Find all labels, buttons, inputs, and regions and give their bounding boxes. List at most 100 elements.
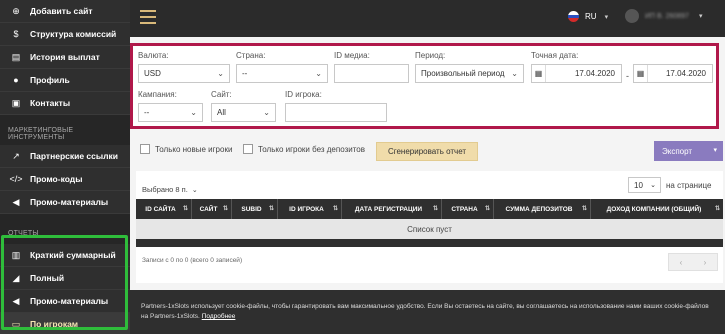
external-link-icon: ↗ (12, 150, 20, 161)
column-header-country[interactable]: СТРАНА ⇅ (442, 199, 494, 219)
column-header-site-id[interactable]: ID САЙТА ⇅ (136, 199, 192, 219)
sidebar-item-promo-materials[interactable]: ◀ Промо-материалы (0, 191, 130, 214)
sort-icon: ⇅ (222, 206, 228, 212)
sidebar-item-label: Партнерские ссылки (30, 151, 119, 161)
chevron-down-icon: ⌄ (217, 69, 224, 78)
sidebar-item-short-summary[interactable]: ▥ Краткий суммарный (0, 244, 130, 267)
sort-icon: ⇅ (714, 206, 720, 212)
sidebar-item-label: Структура комиссий (30, 29, 117, 39)
sidebar-item-by-players[interactable]: ▭ По игрокам (0, 313, 130, 334)
column-header-subid[interactable]: SUBID ⇅ (232, 199, 278, 219)
per-page-select[interactable]: 10 ⌄ (628, 177, 661, 193)
column-header-deposit-sum[interactable]: СУММА ДЕПОЗИТОВ ⇅ (494, 199, 591, 219)
sidebar-item-label: Промо-коды (30, 174, 83, 184)
calendar-icon: ▦ (532, 65, 546, 82)
generate-report-button[interactable]: Сгенерировать отчет (376, 142, 478, 161)
sidebar-item-add-site[interactable]: ⊕ Добавить сайт (0, 0, 130, 23)
chevron-down-icon: ⌄ (650, 182, 656, 189)
currency-label: Валюта: (138, 51, 169, 60)
only-no-deposits-option[interactable]: Только игроки без депозитов (243, 144, 365, 154)
sidebar-item-label: Промо-материалы (30, 197, 109, 207)
russian-flag-icon (568, 11, 579, 22)
sidebar-item-label: Профиль (30, 75, 70, 85)
area-chart-icon: ◢ (12, 272, 20, 283)
next-page-button[interactable]: › (693, 254, 717, 270)
sidebar-item-full[interactable]: ◢ Полный (0, 267, 130, 290)
only-new-players-checkbox[interactable] (140, 144, 150, 154)
date-to-value: 17.04.2020 (665, 69, 706, 78)
megaphone-icon: ◀ (12, 196, 20, 207)
only-no-deposits-label: Только игроки без депозитов (258, 144, 365, 154)
site-value: All (217, 108, 226, 117)
date-from-value: 17.04.2020 (574, 69, 615, 78)
sidebar-section-reports: ОТЧЕТЫ (0, 222, 130, 244)
currency-select[interactable]: USD ⌄ (138, 64, 230, 83)
sort-icon: ⇅ (581, 206, 587, 212)
language-selector[interactable]: RU ▾ (568, 11, 608, 22)
column-header-registration-date[interactable]: ДАТА РЕГИСТРАЦИИ ⇅ (342, 199, 442, 219)
period-select[interactable]: Произвольный период ⌄ (415, 64, 524, 83)
columns-chosen-label: Выбрано 8 п. (142, 185, 188, 194)
dollar-icon: $ (13, 29, 19, 39)
sort-icon: ⇅ (332, 206, 338, 212)
sidebar-item-partner-links[interactable]: ↗ Партнерские ссылки (0, 145, 130, 168)
date-separator: - (626, 71, 629, 81)
player-id-filter: ID игрока: (285, 90, 387, 122)
export-button[interactable]: Экспорт ▾ (654, 141, 723, 161)
period-value: Произвольный период (421, 69, 505, 78)
prev-page-button[interactable]: ‹ (669, 254, 693, 270)
sidebar-item-promo-codes[interactable]: </> Промо-коды (0, 168, 130, 191)
chevron-down-icon: ⌄ (263, 108, 270, 117)
date-to-input[interactable]: ▦ 17.04.2020 (633, 64, 713, 83)
sidebar-item-label: Контакты (30, 98, 71, 108)
campaign-select[interactable]: -- ⌄ (138, 103, 203, 122)
site-label: Сайт: (211, 90, 232, 99)
calendar-icon: ▦ (634, 65, 648, 82)
player-id-label: ID игрока: (285, 90, 322, 99)
cookie-more-link[interactable]: Подробнее (202, 313, 236, 320)
campaign-filter: Кампания: -- ⌄ (138, 90, 203, 122)
per-page-label: на странице (666, 180, 712, 190)
per-page-value: 10 (634, 180, 643, 190)
sidebar-item-payout-history[interactable]: ▤ История выплат (0, 46, 130, 69)
sidebar: ⊕ Добавить сайт $ Структура комиссий ▤ И… (0, 0, 130, 334)
chevron-down-icon: ▾ (713, 147, 717, 154)
sort-icon: ⇅ (182, 206, 188, 212)
site-select[interactable]: All ⌄ (211, 103, 276, 122)
player-id-input[interactable] (285, 103, 387, 122)
user-menu[interactable]: ИП В. 260897 ▾ (625, 9, 702, 23)
plus-circle-icon: ⊕ (12, 5, 20, 16)
user-name: ИП В. 260897 (645, 12, 689, 20)
sidebar-item-commission-structure[interactable]: $ Структура комиссий (0, 23, 130, 46)
sidebar-item-label: По игрокам (30, 319, 79, 329)
columns-chosen-dropdown[interactable]: Выбрано 8 п. ⌄ (142, 185, 198, 194)
only-new-players-option[interactable]: Только новые игроки (140, 144, 232, 154)
sidebar-section-marketing: МАРКЕТИНГОВЫЕ ИНСТРУМЕНТЫ (0, 123, 130, 145)
chevron-down-icon: ⌄ (190, 108, 197, 117)
language-label: RU (585, 12, 597, 21)
country-select[interactable]: -- ⌄ (236, 64, 328, 83)
cookie-banner: Partners-1xSlots использует cookie-файлы… (130, 290, 725, 334)
sidebar-item-contacts[interactable]: ▣ Контакты (0, 92, 130, 115)
sort-icon: ⇅ (268, 206, 274, 212)
column-header-company-revenue[interactable]: ДОХОД КОМПАНИИ (ОБЩИЙ) ⇅ (591, 199, 723, 219)
sidebar-item-report-promo-materials[interactable]: ◀ Промо-материалы (0, 290, 130, 313)
campaign-label: Кампания: (138, 90, 177, 99)
column-header-player-id[interactable]: ID ИГРОКА ⇅ (278, 199, 342, 219)
code-icon: </> (9, 174, 23, 184)
period-label: Период: (415, 51, 446, 60)
media-id-input[interactable] (334, 64, 409, 83)
currency-value: USD (144, 69, 161, 78)
date-from-input[interactable]: ▦ 17.04.2020 (531, 64, 622, 83)
site-filter: Сайт: All ⌄ (211, 90, 276, 122)
only-no-deposits-checkbox[interactable] (243, 144, 253, 154)
export-label: Экспорт (662, 146, 693, 156)
user-icon: ● (13, 75, 19, 85)
sidebar-item-profile[interactable]: ● Профиль (0, 69, 130, 92)
column-header-site[interactable]: САЙТ ⇅ (192, 199, 232, 219)
id-card-icon: ▭ (11, 318, 21, 329)
main-content: Валюта: USD ⌄ Страна: -- ⌄ ID медиа: Пер… (130, 37, 725, 334)
menu-icon[interactable] (140, 10, 156, 24)
chevron-down-icon: ⌄ (191, 186, 198, 194)
filter-panel: Валюта: USD ⌄ Страна: -- ⌄ ID медиа: Пер… (130, 43, 719, 129)
